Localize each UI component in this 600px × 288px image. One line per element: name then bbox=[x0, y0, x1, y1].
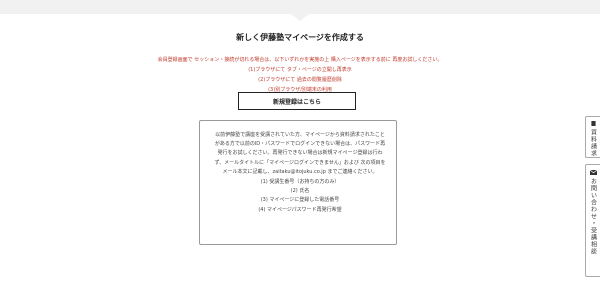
mail-icon bbox=[589, 169, 597, 175]
side-tab-brochure[interactable]: 資料請求 bbox=[585, 116, 600, 158]
page-title: 新しく伊藤塾マイページを作成する bbox=[236, 33, 364, 42]
side-tab-brochure-label: 資料請求 bbox=[589, 129, 597, 157]
info-list: (1) 受講生番号（お持ちの方のみ） (2) 氏名 (3) マイページに登録した… bbox=[214, 178, 386, 215]
info-list-item: (2) 氏名 bbox=[290, 188, 310, 195]
info-box: 以前伊藤塾で講座を受講されていた方、マイページから資料請求されたことがある方で以… bbox=[199, 120, 397, 245]
info-list-item: (1) 受講生番号（お持ちの方のみ） bbox=[260, 179, 340, 186]
info-list-item: (3) マイページに登録した電話番号 bbox=[260, 197, 340, 204]
info-text: 以前伊藤塾で講座を受講されていた方、マイページから資料請求されたことがある方で以… bbox=[214, 131, 386, 215]
info-list-item: (4) マイページパスワード再発行希望 bbox=[258, 206, 342, 213]
top-bar-notch bbox=[291, 14, 309, 21]
info-paragraph: 以前伊藤塾で講座を受講されていた方、マイページから資料請求されたことがある方で以… bbox=[214, 132, 386, 175]
session-notice: 会員登録画面で セッション・接続が切れる場合は、以下いずれかを実施の上 購入ペー… bbox=[130, 55, 470, 95]
top-bar bbox=[0, 0, 600, 14]
side-tab-contact-label: お問い合わせ・受講相談 bbox=[589, 178, 597, 255]
notice-line: (1)ブラウザにて タブ・ページの立開し再表示 bbox=[248, 67, 352, 73]
notice-line: (2)ブラウザにて 過去の閲覧履歴削除 bbox=[258, 77, 342, 83]
side-tab-contact[interactable]: お問い合わせ・受講相談 bbox=[585, 164, 600, 277]
new-registration-button[interactable]: 新規登録はこちら bbox=[238, 92, 356, 110]
notice-line: 会員登録画面で セッション・接続が切れる場合は、以下いずれかを実施の上 購入ペー… bbox=[157, 57, 443, 63]
document-icon bbox=[590, 121, 596, 126]
